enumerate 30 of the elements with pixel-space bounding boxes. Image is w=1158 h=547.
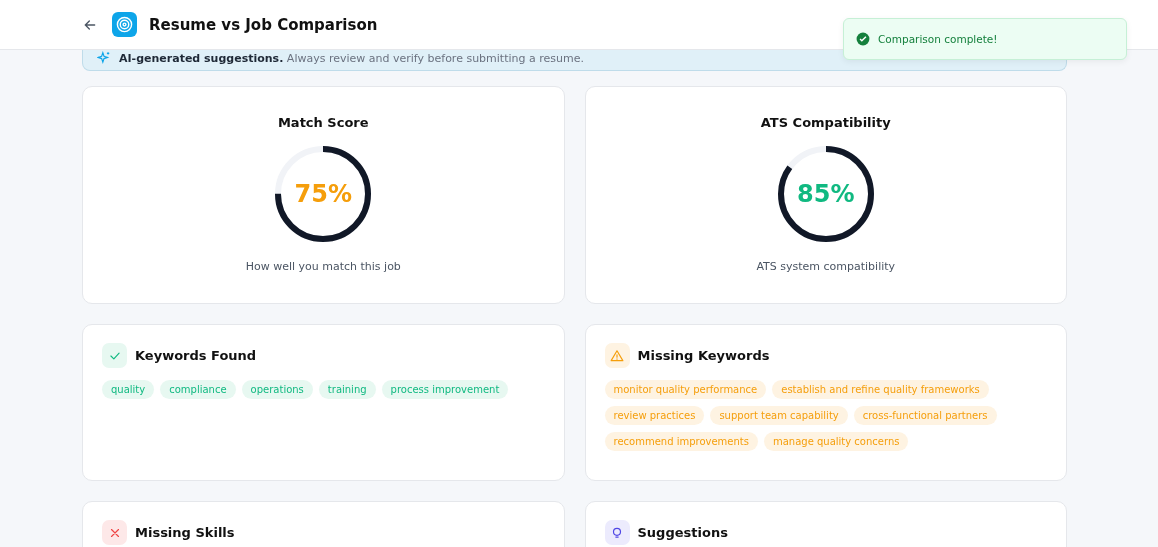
section-title: Missing Keywords: [637, 348, 770, 363]
check-circle-icon: [856, 32, 870, 46]
keyword-tag: training: [318, 380, 376, 399]
keyword-tag: process improvement: [381, 380, 509, 399]
target-logo-icon: [112, 12, 137, 37]
warning-icon: [610, 348, 624, 363]
sparkle-icon: [97, 51, 111, 65]
score-title: Match Score: [277, 115, 369, 130]
keyword-tag: cross-functional partners: [853, 406, 997, 425]
score-caption: How well you match this job: [245, 260, 401, 273]
keyword-tag: quality: [102, 380, 155, 399]
section-title: Suggestions: [637, 525, 728, 540]
keyword-tag: establish and refine quality frameworks: [772, 380, 989, 399]
notice-text: AI-generated suggestions. Always review and verify before submitting a resume.: [119, 51, 584, 65]
score-value: 85%: [797, 180, 855, 208]
keyword-tag: recommend improvements: [604, 432, 758, 451]
score-value: 75%: [294, 180, 352, 208]
page-title: Resume vs Job Comparison: [149, 15, 378, 34]
score-caption: ATS system compatibility: [756, 260, 896, 273]
keyword-tag: support team capability: [710, 406, 848, 425]
keyword-tag: review practices: [604, 406, 705, 425]
section-title: Missing Skills: [135, 525, 235, 540]
keyword-tag: monitor quality performance: [604, 380, 767, 399]
keyword-tag: manage quality concerns: [763, 432, 909, 451]
keyword-tag: compliance: [160, 380, 236, 399]
score-title: ATS Compatibility: [760, 115, 891, 130]
section-title: Keywords Found: [135, 348, 257, 363]
keyword-tag: operations: [241, 380, 313, 399]
lightbulb-icon: [610, 525, 624, 540]
toast-message: Comparison complete!: [878, 33, 998, 45]
